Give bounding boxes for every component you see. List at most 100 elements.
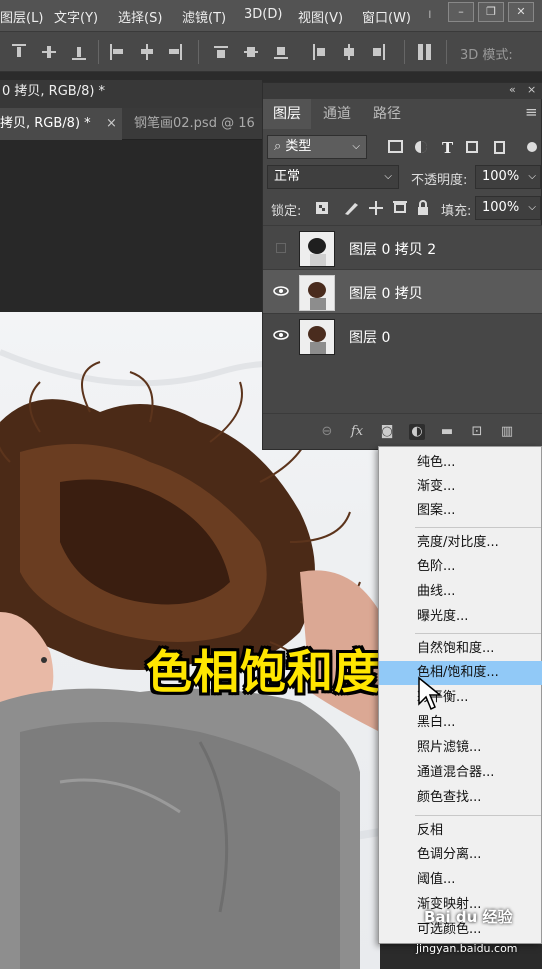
menu-item-threshold[interactable]: 阈值... (379, 868, 542, 892)
distribute-hcenter-icon[interactable] (342, 44, 356, 60)
menu-separator (415, 815, 541, 816)
layer-thumbnail (299, 231, 335, 267)
close-window-button[interactable]: ✕ (508, 2, 534, 22)
menu-view[interactable]: 视图(V) (298, 7, 343, 26)
document-tab-active[interactable]: 拷贝, RGB/8) * × (0, 108, 122, 140)
distribute-vcenter-icon[interactable] (244, 44, 258, 60)
restore-button[interactable]: ❐ (478, 2, 504, 22)
lock-position-icon (369, 201, 383, 215)
eye-icon[interactable] (273, 329, 289, 341)
distribute-left-icon[interactable] (312, 44, 326, 60)
menu-item-channel-mixer[interactable]: 通道混合器... (379, 761, 542, 785)
visibility-toggle-off[interactable] (276, 243, 286, 253)
mouse-cursor-icon (418, 676, 443, 711)
chevron-down-icon: ⌵ (384, 171, 392, 182)
tab-paths[interactable]: 路径 (363, 99, 411, 129)
menu-item-exposure[interactable]: 曝光度... (379, 605, 542, 629)
toolbar-separator (446, 40, 447, 64)
fill-label: 填充: (441, 204, 472, 219)
canvas-background (0, 140, 262, 312)
menu-item-posterize[interactable]: 色调分离... (379, 843, 542, 867)
align-left-icon[interactable] (110, 44, 124, 60)
menu-separator (415, 633, 541, 634)
menu-item-pattern[interactable]: 图案... (379, 499, 542, 523)
chevron-down-icon: ⌵ (352, 141, 360, 152)
menu-select[interactable]: 选择(S) (118, 7, 162, 26)
layer-thumbnail (299, 275, 335, 311)
menu-bar: 图层(L) 文字(Y) 选择(S) 滤镜(T) 3D(D) 视图(V) 窗口(W… (0, 0, 542, 32)
align-hcenter-icon[interactable] (140, 44, 154, 60)
document-tab-bar-upper: 0 拷贝, RGB/8) * (0, 80, 262, 108)
menu-item-invert[interactable]: 反相 (379, 819, 542, 843)
eye-icon[interactable] (273, 285, 289, 297)
adjustment-layer-menu: 纯色... 渐变... 图案... 亮度/对比度... 色阶... 曲线... … (378, 446, 542, 944)
toolbar-separator (404, 40, 405, 64)
chevron-down-icon: ⌵ (528, 202, 536, 213)
blend-mode-select[interactable]: 正常 ⌵ (267, 165, 399, 189)
layer-row[interactable]: 图层 0 (263, 313, 542, 357)
lock-pixels-icon (345, 203, 358, 215)
layer-row[interactable]: 图层 0 拷贝 2 (263, 225, 542, 269)
adjustment-layer-icon[interactable]: ◐ (409, 424, 425, 440)
distribute-bottom-icon[interactable] (274, 44, 288, 60)
options-bar: 3D 模式: (0, 32, 542, 72)
fill-input[interactable]: 100% ⌵ (475, 196, 541, 220)
document-tab-label: 拷贝, RGB/8) * (0, 116, 91, 131)
close-panel-icon[interactable]: × (527, 83, 536, 96)
watermark-url: jingyan.baidu.com (416, 942, 518, 955)
menu-filter[interactable]: 滤镜(T) (182, 7, 226, 26)
panel-menu-icon[interactable]: ≡ (525, 103, 538, 121)
layers-list: 图层 0 拷贝 2 图层 0 拷贝 图层 0 (263, 225, 542, 413)
document-tab-inactive[interactable]: 钢笔画02.psd @ 16 (126, 108, 263, 140)
menu-item-color-lookup[interactable]: 颜色查找... (379, 786, 542, 810)
opacity-input[interactable]: 100% ⌵ (475, 165, 541, 189)
menu-item-brightness-contrast[interactable]: 亮度/对比度... (379, 531, 542, 555)
align-bottom-icon[interactable] (72, 44, 86, 60)
document-tab[interactable]: 0 拷贝, RGB/8) * (0, 78, 113, 106)
chevron-down-icon: ⌵ (528, 171, 536, 182)
video-caption: 色相饱和度 (146, 645, 381, 699)
layer-filter-select[interactable]: ⌕ 类型 ⌵ (267, 135, 367, 159)
menu-item-levels[interactable]: 色阶... (379, 555, 542, 579)
link-layers-icon[interactable]: ⊖ (319, 424, 335, 440)
distribute-top-icon[interactable] (214, 44, 228, 60)
menu-item-hue-saturation[interactable]: 色相/饱和度... (379, 661, 542, 685)
fx-icon[interactable]: fx (349, 424, 365, 440)
search-icon: ⌕ (274, 139, 282, 154)
tab-channels[interactable]: 通道 (313, 99, 361, 129)
layers-panel-footer: ⊖ fx ◙ ◐ ▬ ⊡ ▥ (263, 413, 542, 449)
auto-align-icon[interactable] (418, 44, 432, 60)
trash-icon[interactable]: ▥ (499, 424, 515, 440)
close-tab-icon[interactable]: × (106, 108, 117, 140)
blend-mode-label: 正常 (274, 169, 301, 184)
menu-window[interactable]: 窗口(W) (362, 7, 411, 26)
menu-item-solid-color[interactable]: 纯色... (379, 451, 542, 475)
align-top-icon[interactable] (12, 44, 26, 60)
layer-filter-icons[interactable]: T (387, 139, 537, 155)
layer-thumbnail (299, 319, 335, 355)
menu-item-black-white[interactable]: 黑白... (379, 711, 542, 735)
add-mask-icon[interactable]: ◙ (379, 424, 395, 440)
opacity-label: 不透明度: (411, 173, 468, 188)
lock-icons[interactable] (315, 199, 433, 217)
menu-layer[interactable]: 图层(L) (0, 7, 43, 26)
align-right-icon[interactable] (168, 44, 182, 60)
align-vcenter-icon[interactable] (42, 44, 56, 60)
menu-item-curves[interactable]: 曲线... (379, 580, 542, 604)
filter-smartobject-icon (494, 141, 505, 154)
collapse-panel-icon[interactable]: « (509, 83, 516, 96)
distribute-right-icon[interactable] (372, 44, 386, 60)
menu-item-photo-filter[interactable]: 照片滤镜... (379, 736, 542, 760)
layer-name: 图层 0 拷贝 (349, 286, 423, 302)
menu-type[interactable]: 文字(Y) (54, 7, 98, 26)
layer-row-selected[interactable]: 图层 0 拷贝 (263, 269, 542, 313)
menu-3d[interactable]: 3D(D) (244, 7, 282, 22)
minimize-button[interactable]: – (448, 2, 474, 22)
new-group-icon[interactable]: ▬ (439, 424, 455, 440)
menu-item-color-balance[interactable]: 彩平衡... (379, 686, 542, 710)
menu-item-vibrance[interactable]: 自然饱和度... (379, 637, 542, 661)
new-layer-icon[interactable]: ⊡ (469, 424, 485, 440)
tab-layers[interactable]: 图层 (263, 99, 311, 129)
toolbar-separator (98, 40, 99, 64)
menu-item-gradient[interactable]: 渐变... (379, 475, 542, 499)
